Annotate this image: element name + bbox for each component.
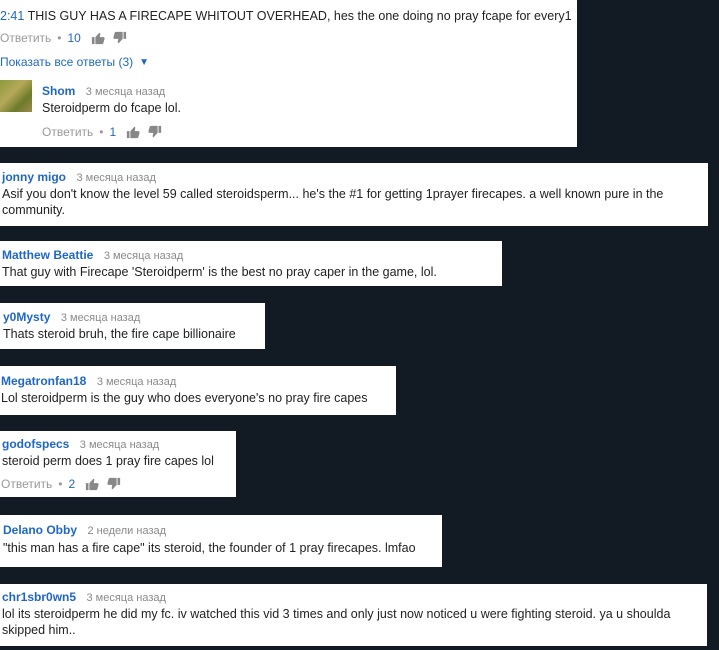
comment-body: That guy with Firecape 'Steroidperm' is … [2, 265, 437, 279]
show-replies-link[interactable]: Показать все ответы (3) ▼ [0, 55, 149, 69]
comment-body: Lol steroidperm is the guy who does ever… [1, 391, 368, 405]
comment-time[interactable]: 3 месяца назад [97, 376, 176, 388]
chevron-down-icon: ▼ [139, 56, 150, 68]
comment-header: Megatronfan18 3 месяца назад [1, 372, 176, 390]
comment-body: Steroidperm do fcape lol. [42, 101, 181, 115]
comment-header: y0Mysty 3 месяца назад [3, 308, 140, 326]
thumbs-down-icon[interactable] [107, 477, 121, 491]
comment-header: Matthew Beattie 3 месяца назад [2, 246, 183, 264]
comment-body: steroid perm does 1 pray fire capes lol [2, 454, 214, 468]
comment-time[interactable]: 3 месяца назад [87, 592, 166, 604]
comment-author[interactable]: godofspecs [2, 437, 69, 451]
like-count: 1 [109, 125, 117, 139]
comment-card: Megatronfan18 3 месяца назад Lol steroid… [0, 366, 396, 415]
comment-card: Delano Obby 2 недели назад "this man has… [0, 515, 442, 567]
thumbs-down-icon[interactable] [148, 125, 162, 139]
comment-time[interactable]: 3 месяца назад [86, 86, 165, 98]
separator-dot: • [99, 125, 104, 139]
comment-actions: Ответить • 1 [42, 125, 170, 139]
comment-body: Asif you don't know the level 59 called … [2, 187, 664, 217]
comment-author[interactable]: Megatronfan18 [1, 374, 86, 388]
show-replies-label: Показать все ответы (3) [0, 55, 134, 69]
comment-body: lol its steroidperm he did my fc. iv wat… [2, 607, 671, 637]
comment-author[interactable]: jonny migo [2, 170, 66, 184]
comment-card: Matthew Beattie 3 месяца назад That guy … [0, 241, 502, 286]
comment-text: 2:41 THIS GUY HAS A FIRECAPE WHITOUT OVE… [0, 8, 572, 24]
comment-author[interactable]: y0Mysty [3, 310, 50, 324]
comment-body: Thats steroid bruh, the fire cape billio… [3, 327, 236, 341]
comment-header: jonny migo 3 месяца назад [2, 168, 156, 186]
reply-button[interactable]: Ответить [0, 31, 51, 45]
avatar[interactable] [0, 80, 32, 112]
thumbs-up-icon[interactable] [126, 125, 140, 139]
thumbs-up-icon[interactable] [91, 31, 105, 45]
reply-button[interactable]: Ответить [42, 125, 93, 139]
separator-dot: • [57, 31, 62, 45]
separator-dot: • [58, 477, 63, 491]
comment-header: Delano Obby 2 недели назад [3, 521, 166, 539]
comment-card: y0Mysty 3 месяца назад Thats steroid bru… [0, 303, 265, 349]
comment-body: "this man has a fire cape" its steroid, … [3, 541, 416, 555]
comment-author[interactable]: Matthew Beattie [2, 248, 93, 262]
comment-author[interactable]: Shom [42, 84, 75, 98]
comment-time[interactable]: 3 месяца назад [104, 250, 183, 262]
like-count: 10 [67, 31, 81, 45]
comment-author[interactable]: chr1sbr0wn5 [2, 590, 76, 604]
reply-header: Shom 3 месяца назад [42, 82, 165, 100]
comment-header: godofspecs 3 месяца назад [2, 435, 159, 453]
like-count: 2 [68, 477, 76, 491]
comment-time[interactable]: 3 месяца назад [61, 312, 140, 324]
comment-header: chr1sbr0wn5 3 месяца назад [2, 588, 166, 606]
comment-card: chr1sbr0wn5 3 месяца назад lol its stero… [0, 584, 707, 646]
thumbs-down-icon[interactable] [113, 31, 127, 45]
comment-actions: Ответить • 2 [1, 477, 129, 491]
thumbs-up-icon[interactable] [85, 477, 99, 491]
comment-actions: Ответить • 10 [0, 31, 135, 45]
comment-time[interactable]: 3 месяца назад [80, 439, 159, 451]
comment-author[interactable]: Delano Obby [3, 523, 77, 537]
timestamp-link[interactable]: 2:41 [0, 9, 24, 23]
comment-card-top: 2:41 THIS GUY HAS A FIRECAPE WHITOUT OVE… [0, 0, 577, 147]
reply-button[interactable]: Ответить [1, 477, 52, 491]
comment-body: THIS GUY HAS A FIRECAPE WHITOUT OVERHEAD… [27, 9, 572, 23]
comment-time[interactable]: 3 месяца назад [76, 172, 155, 184]
comment-card: jonny migo 3 месяца назад Asif you don't… [0, 163, 708, 226]
comment-card: godofspecs 3 месяца назад steroid perm d… [0, 431, 236, 497]
comment-time[interactable]: 2 недели назад [87, 525, 166, 537]
